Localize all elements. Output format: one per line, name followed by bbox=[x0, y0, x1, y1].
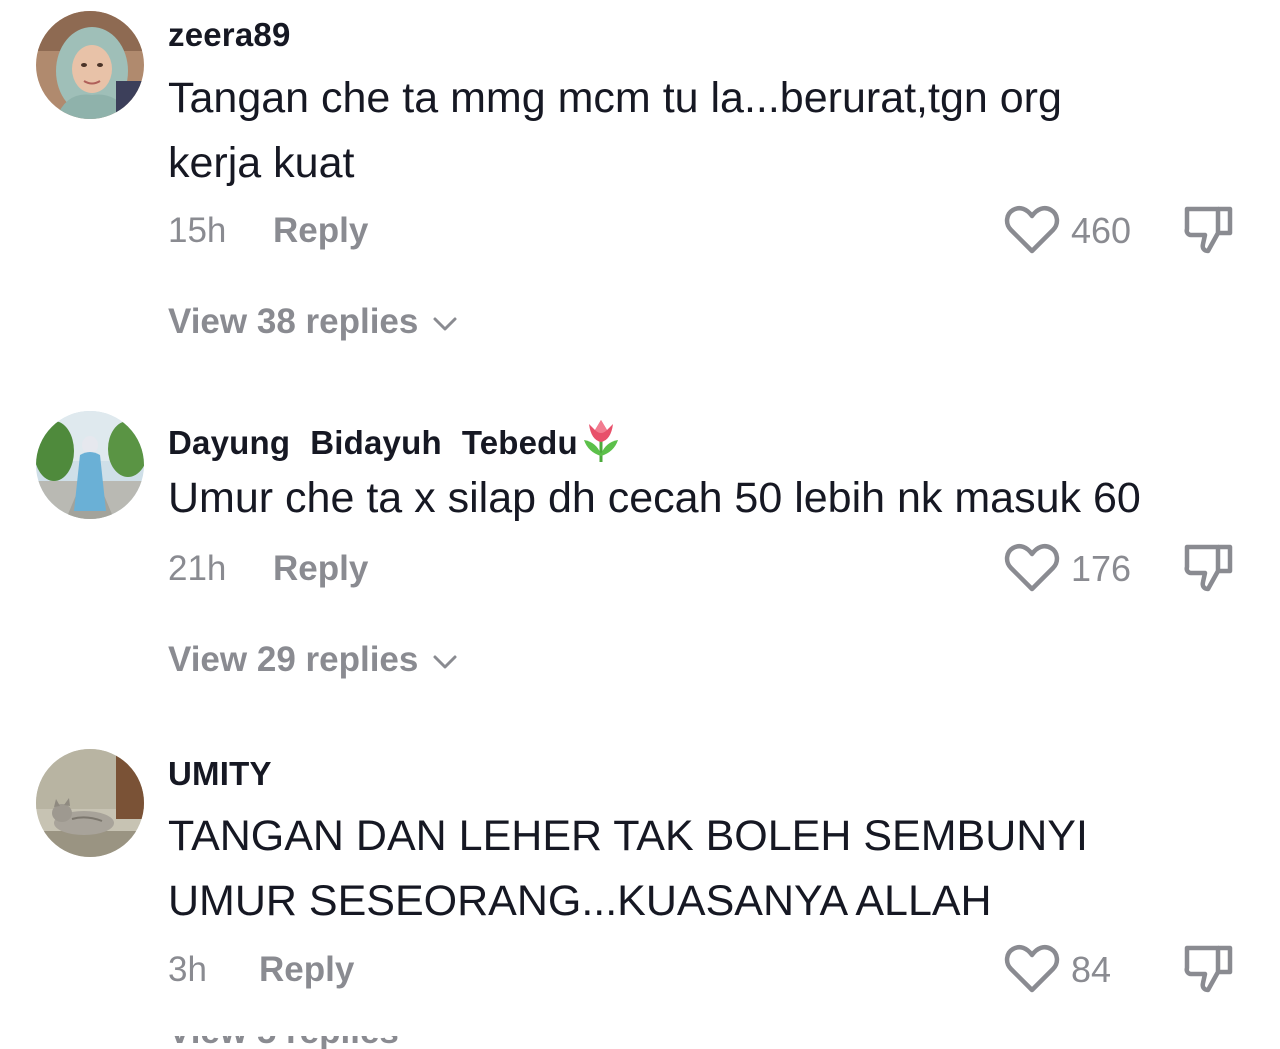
avatar[interactable] bbox=[36, 11, 144, 119]
heart-icon[interactable] bbox=[1004, 543, 1060, 593]
view-replies-button[interactable]: View 38 replies bbox=[168, 302, 458, 342]
view-replies-label: View 29 replies bbox=[168, 640, 419, 679]
reply-button[interactable]: Reply bbox=[273, 549, 368, 589]
avatar-woman-hijab-icon bbox=[36, 11, 144, 119]
chevron-down-icon bbox=[433, 655, 457, 669]
heart-icon[interactable] bbox=[1004, 944, 1060, 994]
reply-button[interactable]: Reply bbox=[273, 211, 368, 251]
username-word: Tebedu bbox=[461, 424, 578, 461]
view-replies-label: View 5 replies bbox=[168, 1036, 568, 1049]
comment-text-line: Tangan che ta mmg mcm tu la...berurat,tg… bbox=[168, 74, 1062, 122]
avatar-woman-outdoor-icon bbox=[36, 411, 144, 519]
comment-username[interactable]: zeera89 bbox=[168, 16, 291, 54]
view-replies-button[interactable]: View 5 replies bbox=[168, 1036, 568, 1049]
comment-text-line: kerja kuat bbox=[168, 139, 355, 187]
comment-text: Umur che ta x silap dh cecah 50 lebih nk… bbox=[168, 466, 1248, 531]
comment-time: 3h bbox=[168, 950, 207, 989]
view-replies-label: View 38 replies bbox=[168, 302, 419, 341]
comment-text-line: Umur che ta x silap dh cecah 50 lebih nk… bbox=[168, 474, 1141, 522]
heart-icon[interactable] bbox=[1004, 205, 1060, 255]
comment-text-line: UMUR SESEORANG...KUASANYA ALLAH bbox=[168, 877, 992, 925]
thumbs-down-icon[interactable] bbox=[1182, 541, 1236, 595]
comment-username[interactable]: UMITY bbox=[168, 755, 272, 793]
chevron-down-icon bbox=[433, 317, 457, 331]
like-count: 84 bbox=[1071, 949, 1112, 990]
comment-time: 15h bbox=[168, 211, 227, 250]
avatar[interactable] bbox=[36, 411, 144, 519]
tulip-icon bbox=[583, 420, 618, 462]
like-count: 460 bbox=[1071, 210, 1132, 251]
thumbs-down-icon[interactable] bbox=[1182, 203, 1236, 257]
comment-text: TANGAN DAN LEHER TAK BOLEH SEMBUNYI UMUR… bbox=[168, 804, 1248, 934]
avatar[interactable] bbox=[36, 749, 144, 857]
comment-text-line: TANGAN DAN LEHER TAK BOLEH SEMBUNYI bbox=[168, 812, 1088, 860]
reply-button[interactable]: Reply bbox=[259, 950, 354, 990]
comment-time: 21h bbox=[168, 549, 227, 588]
username-word: Dayung bbox=[168, 424, 291, 461]
thumbs-down-icon[interactable] bbox=[1182, 942, 1236, 996]
like-count: 176 bbox=[1071, 548, 1132, 589]
comment-username[interactable]: Dayung Bidayuh Tebedu bbox=[168, 416, 622, 464]
username-word: Bidayuh bbox=[310, 424, 442, 461]
comment-text: Tangan che ta mmg mcm tu la...berurat,tg… bbox=[168, 66, 1248, 196]
avatar-cat-icon bbox=[36, 749, 144, 857]
view-replies-button[interactable]: View 29 replies bbox=[168, 640, 458, 680]
